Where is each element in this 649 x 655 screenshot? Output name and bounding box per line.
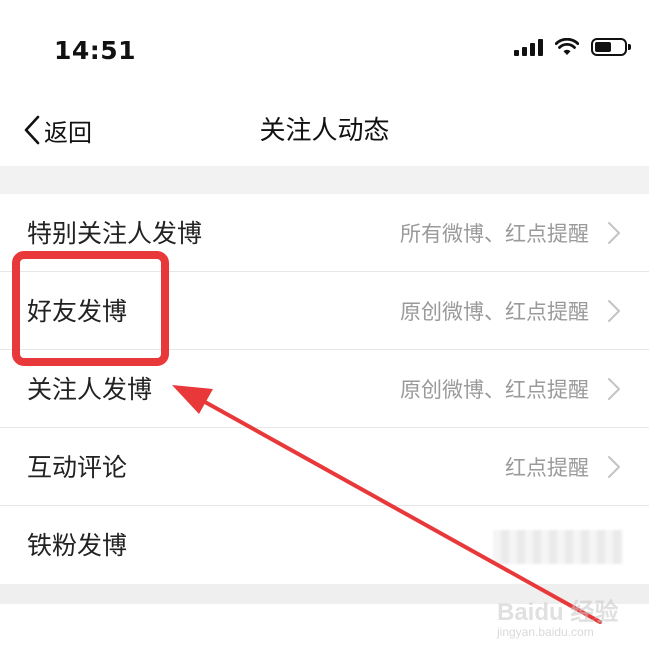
chevron-right-icon xyxy=(608,378,620,400)
watermark: Baidu 经验 jingyan.baidu.com xyxy=(497,592,637,652)
status-time: 14:51 xyxy=(54,36,137,65)
row-title: 互动评论 xyxy=(27,453,128,482)
section-divider xyxy=(0,166,649,194)
chevron-right-icon xyxy=(608,222,620,244)
row-interaction-comments[interactable]: 互动评论 红点提醒 xyxy=(0,428,649,506)
status-bar: 14:51 xyxy=(0,0,649,100)
highlight-box xyxy=(12,251,169,366)
chevron-right-icon xyxy=(608,300,620,322)
battery-icon xyxy=(591,38,631,56)
page-title: 关注人动态 xyxy=(259,116,390,146)
row-value: 原创微博、红点提醒 xyxy=(400,300,589,324)
row-title: 铁粉发博 xyxy=(27,531,128,560)
chevron-right-icon xyxy=(608,456,620,478)
watermark-logo: Baidu 经验 xyxy=(497,599,619,626)
row-title: 关注人发博 xyxy=(27,375,153,404)
navigation-bar: 返回 关注人动态 xyxy=(0,100,649,166)
blurred-value xyxy=(493,530,623,564)
wifi-icon xyxy=(555,38,579,55)
status-icons xyxy=(514,38,631,56)
row-value: 所有微博、红点提醒 xyxy=(400,222,589,246)
row-value: 原创微博、红点提醒 xyxy=(400,378,589,402)
row-title: 特别关注人发博 xyxy=(27,219,203,248)
row-value: 红点提醒 xyxy=(505,456,589,480)
cellular-signal-icon xyxy=(514,38,543,56)
watermark-url: jingyan.baidu.com xyxy=(497,625,594,639)
